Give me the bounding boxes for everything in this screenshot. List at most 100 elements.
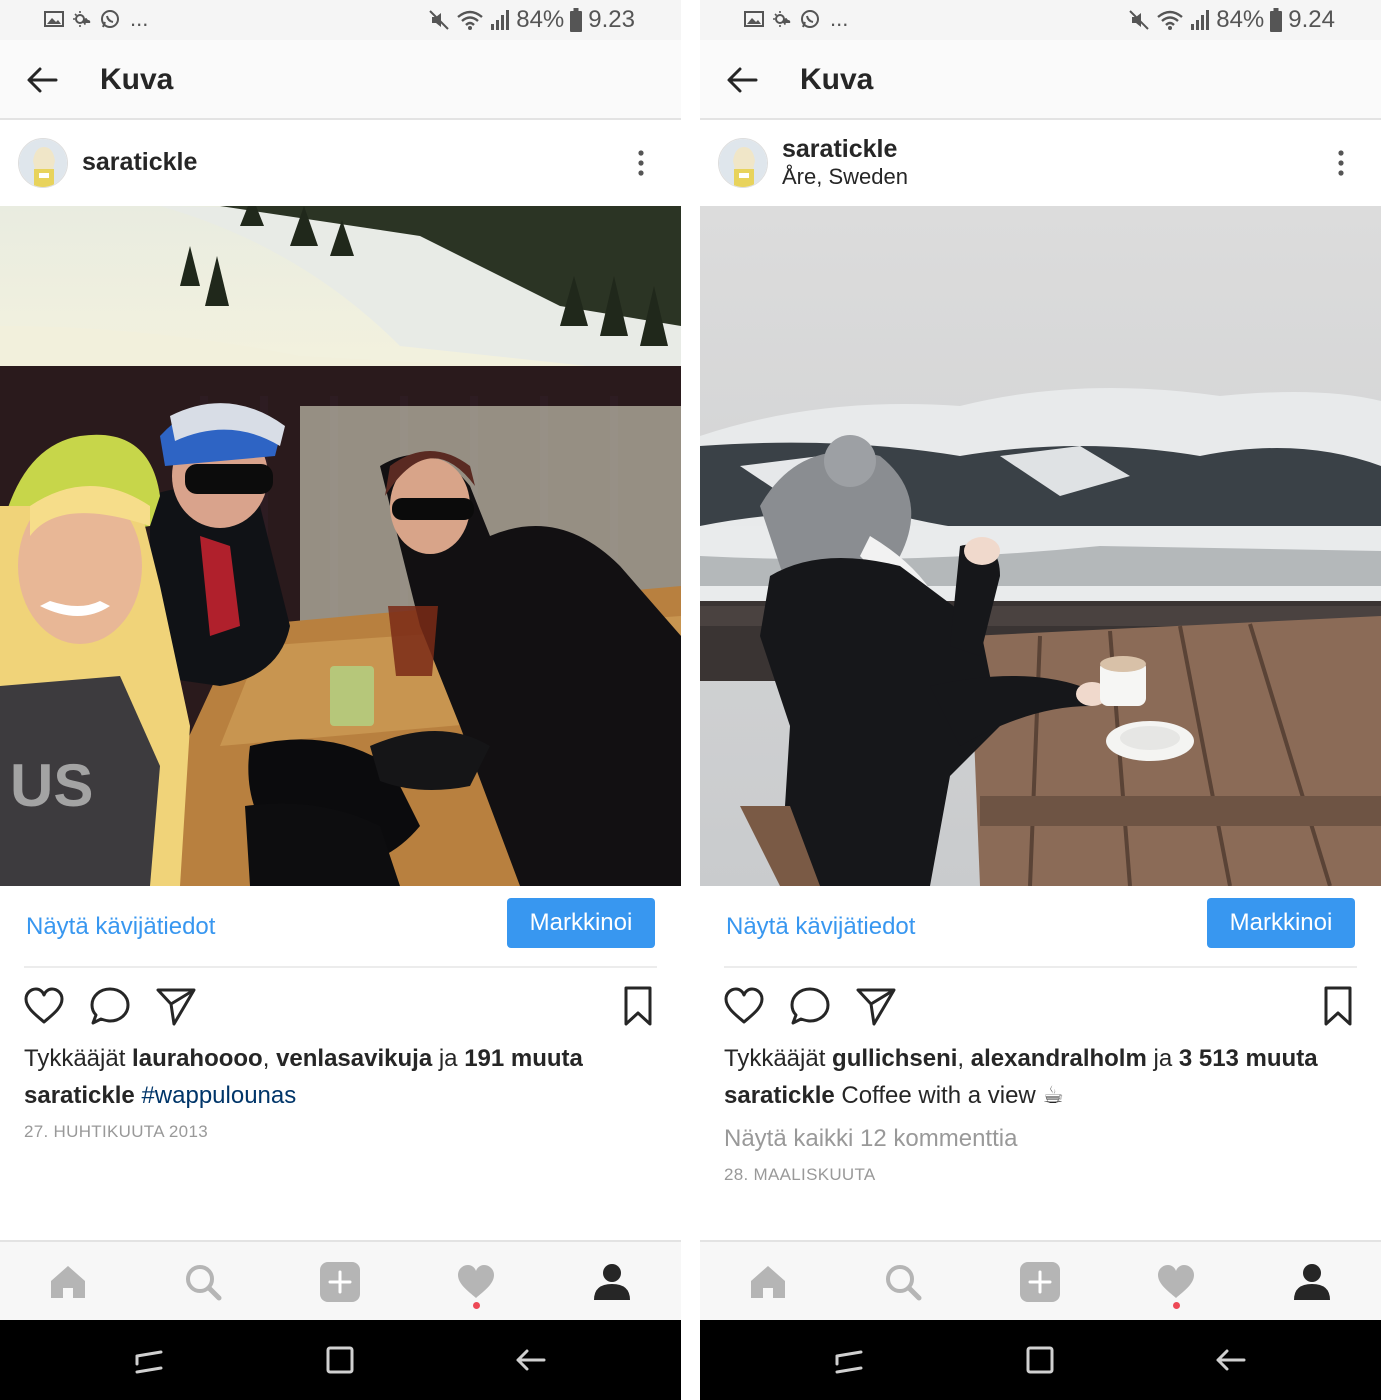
- view-comments-link[interactable]: Näytä kaikki 12 kommenttia: [724, 1124, 1017, 1154]
- divider: [24, 966, 657, 968]
- back-arrow-icon[interactable]: [724, 62, 760, 98]
- post-header: saratickle: [0, 122, 681, 206]
- battery-icon: [1270, 8, 1283, 32]
- app-bar: Kuva: [700, 40, 1381, 120]
- profile-icon[interactable]: [1290, 1260, 1334, 1304]
- page-title: Kuva: [100, 63, 174, 96]
- gallery-icon: [44, 11, 64, 27]
- clock: 9.23: [588, 6, 635, 33]
- search-icon[interactable]: [181, 1260, 225, 1304]
- more-options-icon[interactable]: [629, 148, 653, 180]
- action-bar: [700, 984, 1381, 1028]
- recents-icon[interactable]: [831, 1342, 867, 1378]
- activity-icon[interactable]: [454, 1260, 498, 1304]
- action-bar: [0, 984, 681, 1028]
- divider: [724, 966, 1357, 968]
- system-back-icon[interactable]: [1212, 1342, 1248, 1378]
- system-nav-bar: [700, 1320, 1381, 1400]
- status-bar: ... 84% 9.24: [700, 0, 1381, 40]
- likes-text: Tykkääjät laurahoooo, venlasavikuja ja 1…: [24, 1044, 583, 1074]
- more-notifications: ...: [830, 6, 849, 31]
- home-square-icon[interactable]: [1022, 1342, 1058, 1378]
- heart-icon[interactable]: [722, 984, 766, 1028]
- weather-icon: [73, 11, 91, 27]
- post-header: saratickle Åre, Sweden: [700, 122, 1381, 206]
- home-icon[interactable]: [746, 1260, 790, 1304]
- activity-icon[interactable]: [1154, 1260, 1198, 1304]
- likes-conjunction: ja: [1146, 1045, 1179, 1072]
- avatar[interactable]: [718, 138, 768, 188]
- signal-icon: [491, 10, 510, 30]
- caption-username[interactable]: saratickle: [724, 1082, 835, 1109]
- promote-button[interactable]: Markkinoi: [1207, 898, 1355, 948]
- likes-separator: ,: [957, 1045, 971, 1072]
- promote-button[interactable]: Markkinoi: [507, 898, 655, 948]
- likes-conjunction: ja: [432, 1045, 465, 1072]
- share-icon[interactable]: [854, 984, 898, 1028]
- insights-row: Näytä kävijätiedot Markkinoi: [700, 886, 1381, 968]
- post-username[interactable]: saratickle: [82, 147, 197, 177]
- back-arrow-icon[interactable]: [24, 62, 60, 98]
- caption: saratickle Coffee with a view ☕: [724, 1081, 1064, 1111]
- comment-icon[interactable]: [788, 984, 832, 1028]
- bottom-tab-bar: [700, 1240, 1381, 1320]
- likes-prefix: Tykkääjät: [724, 1045, 833, 1072]
- post-photo[interactable]: [700, 206, 1381, 886]
- liker-1[interactable]: laurahoooo: [132, 1045, 263, 1072]
- system-back-icon[interactable]: [512, 1342, 548, 1378]
- bookmark-icon[interactable]: [616, 984, 660, 1028]
- liker-2[interactable]: venlasavikuja: [276, 1045, 432, 1072]
- wifi-icon: [1157, 10, 1184, 30]
- system-nav-bar: [0, 1320, 681, 1400]
- battery-icon: [570, 8, 583, 32]
- heart-icon[interactable]: [22, 984, 66, 1028]
- liker-1[interactable]: gullichseni: [832, 1045, 957, 1072]
- caption-username[interactable]: saratickle: [24, 1082, 135, 1109]
- whatsapp-icon: [801, 10, 819, 28]
- likes-prefix: Tykkääjät: [24, 1045, 133, 1072]
- home-square-icon[interactable]: [322, 1342, 358, 1378]
- add-icon[interactable]: [1018, 1260, 1062, 1304]
- likes-others[interactable]: 3 513 muuta: [1179, 1045, 1318, 1072]
- status-bar: ... 84% 9.23: [0, 0, 681, 40]
- battery-percent: 84%: [1216, 6, 1265, 33]
- mute-icon: [429, 10, 449, 30]
- add-icon[interactable]: [318, 1260, 362, 1304]
- app-bar: Kuva: [0, 40, 681, 120]
- weather-icon: [773, 11, 791, 27]
- mute-icon: [1129, 10, 1149, 30]
- wifi-icon: [457, 10, 484, 30]
- screen-right: ... 84% 9.24 Kuva saratickle Åre, Sweden: [700, 0, 1381, 1400]
- post-image-coffee-view: [700, 206, 1381, 886]
- screenshot-separator: [681, 0, 700, 1400]
- post-date: 27. HUHTIKUUTA 2013: [24, 1122, 208, 1141]
- search-icon[interactable]: [881, 1260, 925, 1304]
- notification-dot: [473, 1302, 480, 1309]
- post-username[interactable]: saratickle: [782, 134, 897, 164]
- profile-icon[interactable]: [590, 1260, 634, 1304]
- battery-percent: 84%: [516, 6, 565, 33]
- avatar[interactable]: [18, 138, 68, 188]
- caption: saratickle #wappulounas: [24, 1081, 296, 1111]
- clock: 9.24: [1288, 6, 1335, 33]
- comment-icon[interactable]: [88, 984, 132, 1028]
- bottom-tab-bar: [0, 1240, 681, 1320]
- share-icon[interactable]: [154, 984, 198, 1028]
- post-photo[interactable]: US: [0, 206, 681, 886]
- liker-2[interactable]: alexandralholm: [971, 1045, 1147, 1072]
- more-notifications: ...: [130, 6, 149, 31]
- bookmark-icon[interactable]: [1316, 984, 1360, 1028]
- recents-icon[interactable]: [131, 1342, 167, 1378]
- notification-dot: [1173, 1302, 1180, 1309]
- screen-left: ... 84% 9.23 Kuva saratickle US Näytä kä…: [0, 0, 681, 1400]
- likes-others[interactable]: 191 muuta: [464, 1045, 583, 1072]
- view-insights-link[interactable]: Näytä kävijätiedot: [726, 912, 915, 942]
- svg-text:US: US: [10, 752, 93, 819]
- caption-hashtag[interactable]: #wappulounas: [141, 1082, 296, 1109]
- post-location[interactable]: Åre, Sweden: [782, 164, 908, 190]
- view-insights-link[interactable]: Näytä kävijätiedot: [26, 912, 215, 942]
- more-options-icon[interactable]: [1329, 148, 1353, 180]
- home-icon[interactable]: [46, 1260, 90, 1304]
- page-title: Kuva: [800, 63, 874, 96]
- likes-text: Tykkääjät gullichseni, alexandralholm ja…: [724, 1044, 1318, 1074]
